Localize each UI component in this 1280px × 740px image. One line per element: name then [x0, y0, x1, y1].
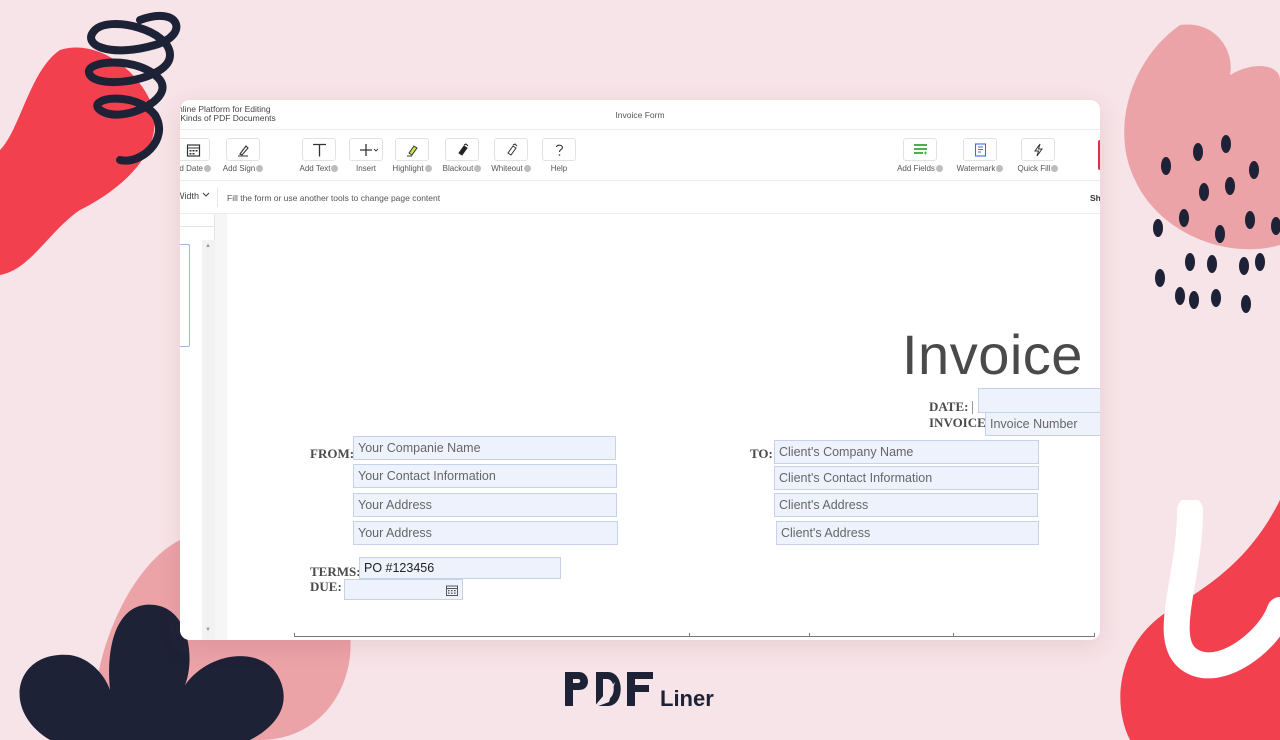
tool-label: Blackout	[442, 164, 474, 173]
show-toggle-cut[interactable]: Sh	[1090, 193, 1100, 203]
to-company-field[interactable]: Client's Company Name	[774, 440, 1039, 464]
terms-label: TERMS:	[310, 564, 361, 579]
text-cursor	[972, 401, 973, 414]
watermark-icon	[974, 143, 987, 157]
table-divider	[294, 633, 295, 637]
table-divider	[809, 633, 810, 637]
lightning-icon	[1034, 143, 1043, 157]
info-dot-icon	[424, 165, 432, 172]
sub-toolbar: Width Fill the form or use another tools…	[180, 181, 1100, 214]
tool-label: Add Fields	[897, 164, 935, 173]
due-date-field[interactable]	[344, 579, 463, 600]
tool-label: Help	[550, 164, 568, 173]
to-address-field[interactable]: Client's Address	[774, 493, 1038, 517]
whiteout-brush-icon	[507, 143, 518, 156]
invoice-number-field[interactable]: Invoice Number	[985, 412, 1100, 436]
pdfliner-logo-suffix: Liner	[660, 686, 714, 711]
scroll-up-icon[interactable]: ▲	[205, 243, 211, 249]
highlighter-icon	[407, 145, 418, 157]
plus-icon	[360, 144, 379, 156]
thumbnails-scrollbar[interactable]	[202, 240, 215, 640]
to-label: TO:	[750, 446, 773, 461]
info-dot-icon	[935, 165, 943, 172]
from-label: FROM:	[310, 446, 355, 461]
table-divider	[689, 633, 690, 637]
decor-navy-dots	[1153, 135, 1280, 313]
calendar-icon	[186, 144, 201, 157]
thumbnails-header	[180, 214, 215, 227]
add-fields-tool[interactable]: Add Fields	[891, 138, 949, 173]
decor-red-blob-right	[1120, 500, 1280, 740]
info-dot-icon	[996, 165, 1004, 172]
document-title: Invoice Form	[615, 110, 665, 120]
to-contact-field[interactable]: Client's Contact Information	[774, 466, 1039, 490]
info-dot-icon	[204, 165, 212, 172]
tool-label: Highlight	[392, 164, 424, 173]
from-company-field[interactable]: Your Companie Name	[353, 436, 616, 460]
tool-label: dd Date	[180, 164, 204, 173]
from-address2-field[interactable]: Your Address	[353, 521, 618, 545]
table-divider	[1094, 633, 1095, 637]
invoice-heading: Invoice	[902, 323, 1083, 386]
done-button-edge[interactable]	[1098, 140, 1100, 170]
page-thumbnail[interactable]	[180, 244, 190, 347]
watermark-tool[interactable]: Watermark	[951, 138, 1009, 173]
to-address2-field[interactable]: Client's Address	[776, 521, 1039, 545]
tool-label: Add Text	[299, 164, 331, 173]
tool-label: Whiteout	[491, 164, 523, 173]
date-field[interactable]	[978, 388, 1100, 413]
app-window: nline Platform for Editing Kinds of PDF …	[180, 100, 1100, 640]
text-t-icon	[313, 143, 326, 157]
from-contact-field[interactable]: Your Contact Information	[353, 464, 617, 488]
table-divider	[953, 633, 954, 637]
question-icon	[555, 144, 564, 156]
tool-label: Add Sign	[222, 164, 256, 173]
zoom-value: Width	[180, 191, 200, 201]
divider	[217, 187, 218, 207]
hint-text: Fill the form or use another tools to ch…	[227, 193, 441, 203]
tool-label: Insert	[355, 164, 376, 173]
chevron-down-icon	[202, 192, 209, 197]
toolbar: dd Date Add Sign Add Text Insert Highlig…	[180, 130, 1100, 181]
tool-label: Quick Fill	[1017, 164, 1051, 173]
zoom-select[interactable]: Width	[180, 191, 210, 201]
from-address-field[interactable]: Your Address	[353, 493, 617, 517]
calendar-icon[interactable]	[446, 585, 458, 596]
scroll-down-icon[interactable]: ▼	[205, 627, 211, 633]
fields-icon	[914, 144, 927, 155]
date-label: DATE:	[929, 399, 969, 414]
pen-icon	[238, 145, 249, 157]
pdfliner-logo	[565, 672, 653, 708]
info-dot-icon	[1051, 165, 1059, 172]
title-bar: nline Platform for Editing Kinds of PDF …	[180, 100, 1100, 130]
quick-fill-tool[interactable]: Quick Fill	[1009, 138, 1067, 173]
help-tool[interactable]: Help	[530, 138, 588, 173]
due-label: DUE:	[310, 579, 342, 594]
info-dot-icon	[474, 165, 482, 172]
add-sign-tool[interactable]: Add Sign	[214, 138, 272, 173]
table-top-border	[294, 636, 1095, 637]
invoice-label: INVOICE	[929, 415, 986, 430]
tool-label: Watermark	[956, 164, 996, 173]
blackout-brush-icon	[458, 143, 469, 156]
terms-field[interactable]: PO #123456	[359, 557, 561, 579]
decor-spring-squiggle	[84, 11, 181, 165]
info-dot-icon	[256, 165, 264, 172]
